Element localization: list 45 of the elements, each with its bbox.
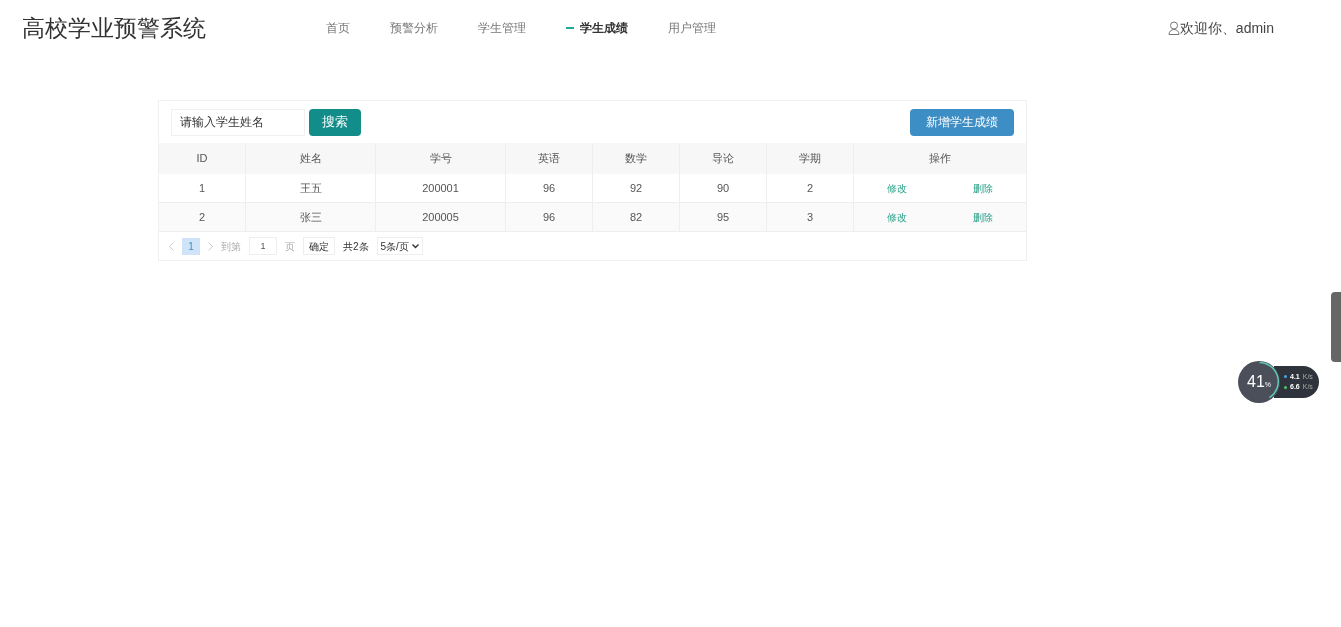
page-input[interactable]: 1 xyxy=(249,237,277,255)
page-size-select[interactable]: 5条/页 xyxy=(376,237,423,255)
table-cell: 张三 xyxy=(246,203,376,231)
upload-icon xyxy=(1284,375,1287,379)
table-cell: 2 xyxy=(767,174,854,202)
nav-link[interactable]: 预警分析 xyxy=(390,19,438,37)
nav-link[interactable]: 学生成绩 xyxy=(566,19,628,37)
total-count: 共2条 xyxy=(343,239,369,254)
search-button[interactable]: 搜索 xyxy=(309,108,361,136)
table-cell: 95 xyxy=(680,203,767,231)
active-indicator-icon xyxy=(566,27,574,29)
table-cell: 王五 xyxy=(246,174,376,202)
add-score-button[interactable]: 新增学生成绩 xyxy=(910,108,1014,136)
page-button[interactable]: 1 xyxy=(182,237,200,255)
table-cell: 3 xyxy=(767,203,854,231)
table-cell: 2 xyxy=(159,203,246,231)
table-cell: 1 xyxy=(159,174,246,202)
side-tab[interactable] xyxy=(1331,292,1341,362)
column-header: 操作 xyxy=(928,151,952,167)
nav-link[interactable]: 学生管理 xyxy=(478,19,526,37)
prev-page-icon[interactable] xyxy=(169,241,174,251)
user-icon xyxy=(1167,21,1180,35)
goto-label: 到第 xyxy=(221,239,241,254)
table-cell: 82 xyxy=(593,203,680,231)
table-cell: 92 xyxy=(593,174,680,202)
action-link[interactable]: 删除 xyxy=(963,209,1003,225)
action-link[interactable]: 修改 xyxy=(877,180,917,196)
welcome-text: 欢迎你、admin xyxy=(1179,18,1274,38)
usage-percent: 41 xyxy=(1247,372,1265,392)
next-page-icon[interactable] xyxy=(208,241,213,251)
action-link[interactable]: 修改 xyxy=(877,209,917,225)
table-cell: 200001 xyxy=(376,174,506,202)
action-link[interactable]: 删除 xyxy=(963,180,1003,196)
table-cell: 96 xyxy=(506,174,593,202)
page-unit: 页 xyxy=(285,239,295,254)
table-cell: 96 xyxy=(506,203,593,231)
chevron-icon xyxy=(411,243,419,249)
table-cell: 90 xyxy=(680,174,767,202)
site-title: 高校学业预警系统 xyxy=(22,13,207,43)
search-field[interactable]: 请输入学生姓名 xyxy=(171,108,305,136)
nav-link[interactable]: 首页 xyxy=(326,19,350,37)
download-icon xyxy=(1284,385,1287,389)
nav-link[interactable]: 用户管理 xyxy=(668,19,716,37)
confirm-button[interactable]: 确定 xyxy=(303,237,335,255)
table-cell: 200005 xyxy=(376,203,506,231)
